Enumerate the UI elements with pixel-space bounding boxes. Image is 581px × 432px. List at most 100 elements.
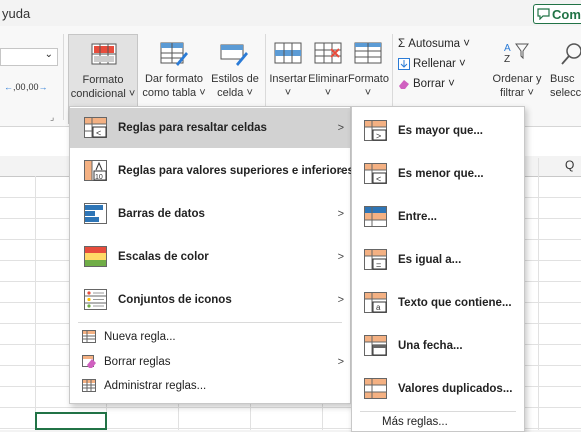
clear-label: Borrar ˅	[413, 78, 455, 90]
data-bars-icon	[84, 203, 107, 224]
color-scales-icon	[84, 246, 107, 267]
submenu-item-less-than[interactable]: < Es menor que...	[352, 154, 524, 194]
submenu-item-date-occurring[interactable]: Una fecha...	[352, 326, 524, 366]
svg-text:Z: Z	[504, 54, 510, 64]
menu-item-label: Barras de datos	[118, 208, 205, 220]
manage-rules-icon	[82, 379, 96, 392]
gridline	[538, 158, 539, 430]
submenu-item-label: Entre...	[398, 211, 437, 223]
gridline	[35, 176, 36, 430]
menu-ayuda[interactable]: yuda	[2, 6, 30, 21]
submenu-arrow-icon: >	[337, 165, 344, 177]
conditional-formatting-label-2: condicional ˅	[70, 88, 136, 100]
magnifier-icon	[561, 43, 581, 65]
title-bar: yuda Come	[0, 0, 581, 26]
highlight-rules-submenu: > Es mayor que... < Es menor que... Entr…	[351, 106, 525, 432]
svg-text:a: a	[376, 303, 381, 312]
decrease-decimals-button[interactable]: ,00→	[26, 82, 48, 92]
comments-button[interactable]: Come	[533, 4, 581, 24]
submenu-arrow-icon: >	[337, 122, 344, 134]
comment-icon	[537, 8, 550, 20]
clear-rules-icon	[82, 355, 96, 368]
find-select-label-1: Busc	[550, 73, 575, 85]
submenu-item-label: Es menor que...	[398, 168, 484, 180]
menu-item-top-bottom-rules[interactable]: 10 Reglas para valores superiores e infe…	[70, 151, 354, 191]
eraser-icon	[399, 80, 409, 89]
find-select-label-2: selecci	[550, 87, 581, 99]
insert-label: Insertar	[269, 73, 307, 85]
number-format-dropdown[interactable]: ⌄	[0, 48, 58, 66]
menu-item-color-scales[interactable]: Escalas de color >	[70, 237, 350, 277]
delete-chevron: ˅	[324, 87, 332, 99]
submenu-item-label: Valores duplicados...	[398, 383, 513, 395]
highlight-rules-icon: <	[84, 117, 107, 138]
format-chevron: ˅	[364, 87, 372, 99]
submenu-item-label: Texto que contiene...	[398, 297, 512, 309]
top-bottom-rules-icon: 10	[84, 160, 107, 181]
submenu-arrow-icon: >	[337, 294, 344, 306]
format-as-table-icon	[160, 42, 188, 66]
submenu-item-label: Es igual a...	[398, 254, 462, 266]
submenu-arrow-icon: >	[337, 356, 344, 368]
selected-cell[interactable]	[35, 412, 107, 430]
menu-item-label: Reglas para resaltar celdas	[118, 122, 267, 134]
sort-filter-icon: A Z	[504, 43, 529, 64]
date-occurring-icon	[364, 335, 387, 356]
menu-item-label: Escalas de color	[118, 251, 209, 263]
icon-sets-icon	[84, 289, 107, 310]
increase-decimals-button[interactable]: ←,00	[4, 82, 26, 92]
cell-styles-label-1: Estilos de	[211, 73, 259, 85]
menu-item-label: Nueva regla...	[104, 331, 176, 343]
delete-label: Eliminar	[308, 73, 348, 85]
svg-text:=: =	[376, 260, 381, 270]
sort-filter-label-1: Ordenar y	[492, 73, 542, 85]
insert-chevron: ˅	[284, 87, 292, 99]
menu-item-label: Borrar reglas	[104, 356, 171, 368]
submenu-item-label: Más reglas...	[382, 416, 448, 428]
menu-item-highlight-rules[interactable]: < Reglas para resaltar celdas >	[70, 108, 350, 148]
submenu-item-more-rules[interactable]: Más reglas...	[352, 412, 524, 432]
ribbon-separator	[63, 34, 64, 120]
svg-text:<: <	[376, 174, 381, 184]
submenu-item-label: Es mayor que...	[398, 125, 484, 137]
text-contains-icon: a	[364, 292, 387, 313]
menu-item-clear-rules[interactable]: Borrar reglas >	[70, 350, 350, 374]
cell-styles-icon	[220, 44, 248, 66]
less-than-icon: <	[364, 163, 387, 184]
column-header-q[interactable]: Q	[565, 158, 574, 172]
submenu-item-greater-than[interactable]: > Es mayor que...	[352, 111, 524, 151]
chevron-down-icon: ⌄	[44, 49, 53, 60]
conditional-formatting-icon	[91, 43, 117, 65]
menu-item-label: Administrar reglas...	[104, 380, 207, 392]
svg-text:>: >	[376, 131, 381, 141]
format-as-table-label-1: Dar formato	[144, 73, 204, 85]
cell-styles-label-2: celda ˅	[217, 87, 253, 99]
format-as-table-label-2: como tabla ˅	[142, 87, 206, 99]
menu-item-data-bars[interactable]: Barras de datos >	[70, 194, 350, 234]
submenu-item-duplicate-values[interactable]: Valores duplicados...	[352, 369, 524, 409]
format-label: Formato	[348, 73, 389, 85]
new-rule-icon	[82, 330, 96, 343]
comments-label: Come	[552, 6, 581, 22]
conditional-formatting-menu: < Reglas para resaltar celdas > 10 Regla…	[69, 106, 354, 404]
menu-item-new-rule[interactable]: Nueva regla...	[70, 325, 350, 349]
menu-item-icon-sets[interactable]: Conjuntos de iconos >	[70, 280, 350, 320]
fill-label: Rellenar ˅	[413, 58, 466, 70]
clear-button[interactable]: Borrar ˅	[398, 78, 455, 90]
submenu-item-equal-to[interactable]: = Es igual a...	[352, 240, 524, 280]
svg-text:10: 10	[95, 174, 103, 181]
greater-than-icon: >	[364, 120, 387, 141]
format-cells-icon	[354, 42, 382, 64]
menu-item-manage-rules[interactable]: Administrar reglas...	[70, 374, 350, 398]
fill-button[interactable]: Rellenar ˅	[398, 58, 466, 70]
menu-item-label: Conjuntos de iconos	[118, 294, 232, 306]
menu-divider	[78, 322, 342, 323]
launcher-icon[interactable]: ⌟	[50, 112, 54, 123]
submenu-item-text-contains[interactable]: a Texto que contiene...	[352, 283, 524, 323]
autosum-button[interactable]: Σ Autosuma ˅	[398, 38, 470, 50]
delete-cells-icon	[314, 42, 342, 64]
submenu-item-label: Una fecha...	[398, 340, 463, 352]
find-select-button[interactable]: Busc selecci	[546, 34, 581, 124]
submenu-item-between[interactable]: Entre...	[352, 197, 524, 237]
submenu-arrow-icon: >	[337, 251, 344, 263]
